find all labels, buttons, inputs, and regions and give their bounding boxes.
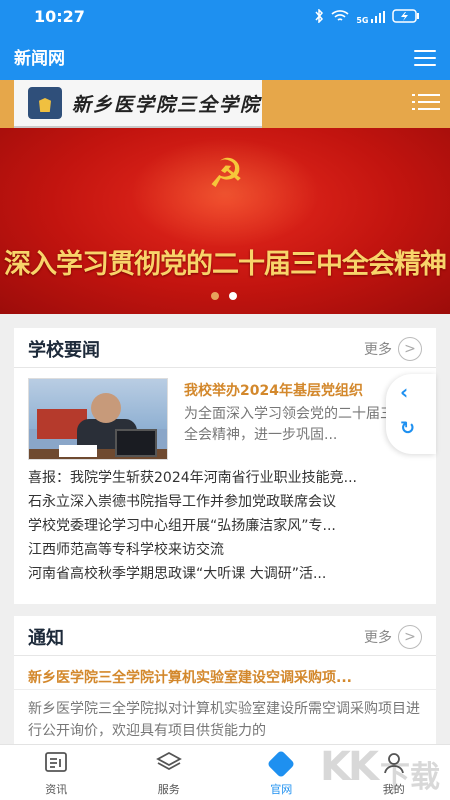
banner-carousel[interactable]: ☭ 深入学习贯彻党的二十届三中全会精神 bbox=[0, 128, 450, 314]
tab-profile[interactable]: 我的 bbox=[338, 745, 450, 800]
hamburger-menu-icon[interactable] bbox=[414, 50, 436, 66]
back-arrow-icon[interactable]: ‹ bbox=[400, 380, 408, 404]
carousel-indicators bbox=[211, 292, 237, 300]
chevron-right-icon: > bbox=[398, 625, 422, 649]
more-label: 更多 bbox=[364, 342, 392, 358]
status-icons: 5G bbox=[314, 8, 420, 27]
notices-card: 通知 更多 > 新乡医学院三全学院计算机实验室建设空调采购项... 新乡医学院三… bbox=[14, 616, 436, 744]
bluetooth-icon bbox=[314, 8, 324, 27]
school-news-header: 学校要闻 更多 > bbox=[14, 328, 436, 368]
refresh-icon[interactable]: ↻ bbox=[400, 418, 415, 439]
more-button[interactable]: 更多 > bbox=[364, 625, 422, 649]
school-header: 新乡医学院三全学院 bbox=[0, 80, 450, 128]
section-title: 学校要闻 bbox=[28, 340, 100, 361]
more-button[interactable]: 更多 > bbox=[364, 337, 422, 361]
list-menu-icon[interactable] bbox=[412, 94, 440, 114]
featured-news-summary: 为全面深入学习领会党的二十届三中全会精神，进一步巩固... bbox=[184, 406, 408, 443]
app-title: 新闻网 bbox=[14, 49, 65, 69]
compass-icon bbox=[225, 749, 338, 779]
carousel-dot-active[interactable] bbox=[229, 292, 237, 300]
battery-icon bbox=[392, 8, 420, 27]
tab-label: 服务 bbox=[157, 783, 180, 796]
tab-label: 资讯 bbox=[45, 783, 68, 796]
tab-label: 我的 bbox=[382, 783, 405, 796]
list-item[interactable]: 学校党委理论学习中心组开展“弘扬廉洁家风”专... bbox=[28, 514, 422, 538]
app-header: 10:27 5G 新闻网 bbox=[0, 0, 450, 80]
school-news-card: 学校要闻 更多 > 我校举办2024年基层党组织 为全面深入学习领会党的二十届三… bbox=[14, 328, 436, 604]
wifi-icon bbox=[331, 8, 349, 27]
user-icon bbox=[338, 751, 450, 777]
notice-title[interactable]: 新乡医学院三全学院计算机实验室建设空调采购项... bbox=[14, 656, 436, 690]
list-item[interactable]: 江西师范高等专科学校来访交流 bbox=[28, 538, 422, 562]
status-time: 10:27 bbox=[34, 7, 85, 26]
list-item[interactable]: 喜报：我院学生斩获2024年河南省行业职业技能竞... bbox=[28, 466, 422, 490]
tab-news[interactable]: 资讯 bbox=[0, 745, 113, 800]
school-name: 新乡医学院三全学院 bbox=[72, 93, 262, 116]
bottom-navigation: 资讯 服务 官网 我的 bbox=[0, 744, 450, 800]
layers-icon bbox=[113, 751, 226, 777]
news-list: 喜报：我院学生斩获2024年河南省行业职业技能竞... 石永立深入崇德书院指导工… bbox=[14, 464, 436, 592]
section-title: 通知 bbox=[28, 628, 64, 649]
status-bar: 10:27 5G bbox=[0, 0, 450, 34]
cellular-signal-icon: 5G bbox=[356, 10, 385, 25]
school-emblem-icon bbox=[28, 87, 62, 119]
tab-services[interactable]: 服务 bbox=[113, 745, 226, 800]
floating-controls: ‹ ↻ bbox=[386, 374, 436, 454]
list-item[interactable]: 石永立深入崇德书院指导工作并参加党政联席会议 bbox=[28, 490, 422, 514]
school-logo[interactable]: 新乡医学院三全学院 bbox=[14, 80, 262, 128]
list-item[interactable]: 河南省高校秋季学期思政课“大听课 大调研”活... bbox=[28, 562, 422, 586]
banner-slogan: 深入学习贯彻党的二十届三中全会精神 bbox=[4, 249, 447, 280]
news-thumbnail bbox=[28, 378, 168, 460]
signal-label: 5G bbox=[356, 15, 369, 25]
chevron-right-icon: > bbox=[398, 337, 422, 361]
notice-summary: 新乡医学院三全学院拟对计算机实验室建设所需空调采购项目进行公开询价，欢迎具有项目… bbox=[28, 701, 420, 739]
party-emblem-icon: ☭ bbox=[208, 151, 244, 197]
tab-label: 官网 bbox=[270, 783, 293, 796]
featured-news[interactable]: 我校举办2024年基层党组织 为全面深入学习领会党的二十届三中全会精神，进一步巩… bbox=[14, 368, 436, 464]
news-icon bbox=[0, 751, 113, 777]
notices-header: 通知 更多 > bbox=[14, 616, 436, 656]
carousel-dot[interactable] bbox=[211, 292, 219, 300]
tab-official-site[interactable]: 官网 bbox=[225, 745, 338, 800]
more-label: 更多 bbox=[364, 630, 392, 646]
